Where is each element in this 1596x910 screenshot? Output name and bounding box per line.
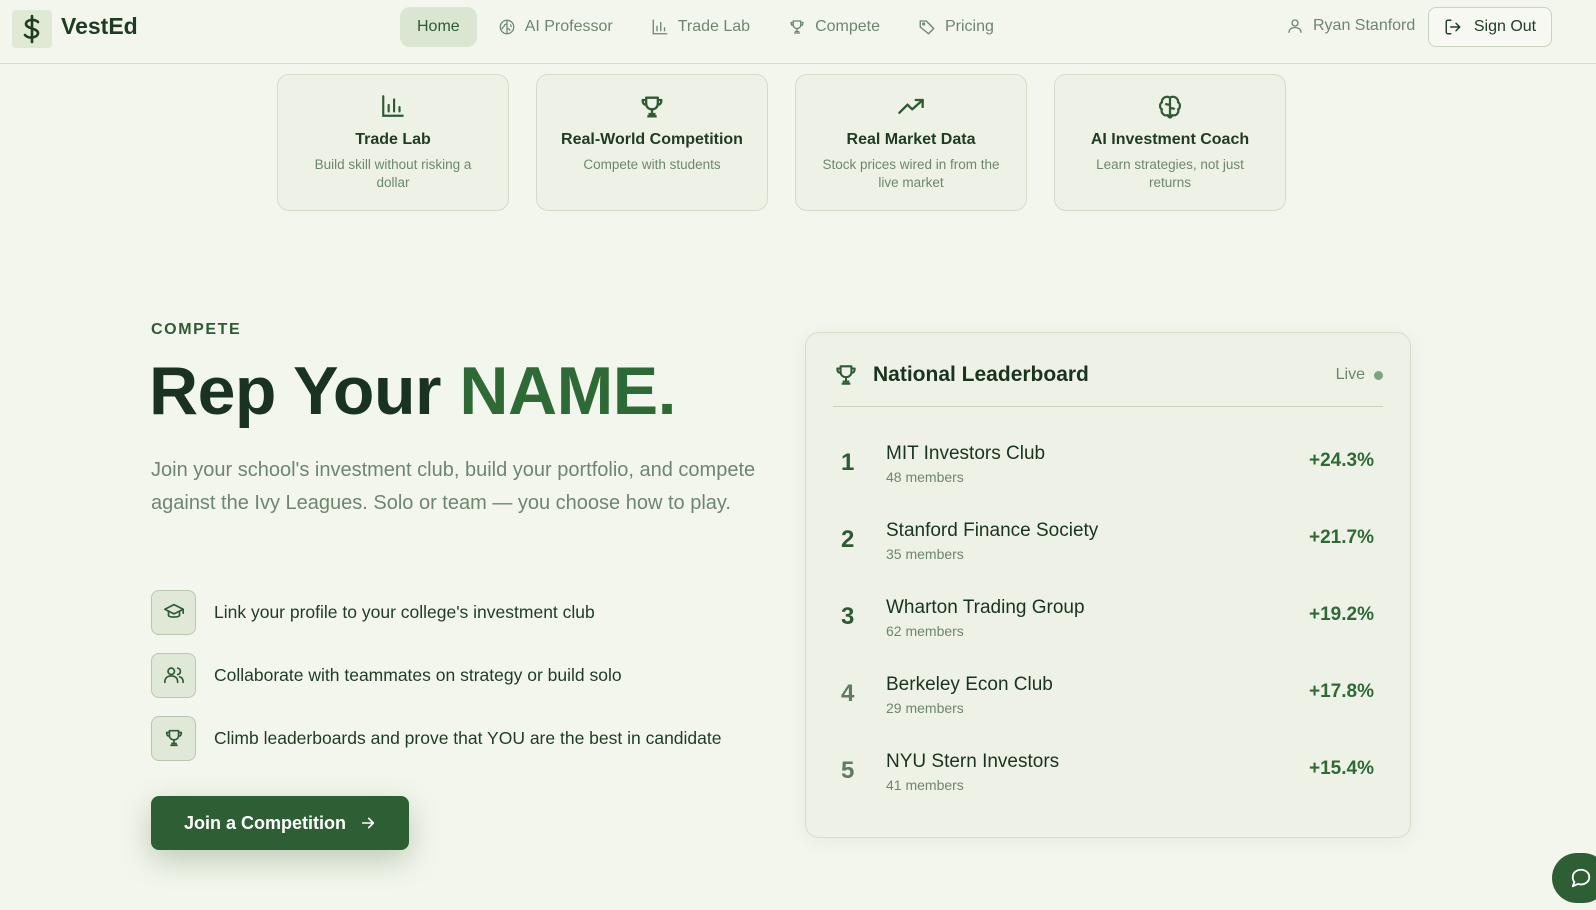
section-eyebrow: COMPETE [151, 321, 242, 338]
feature-cards: Trade Lab Build skill without risking a … [277, 74, 1286, 211]
bar-chart-icon [382, 95, 404, 117]
leaderboard-row[interactable]: 4 Berkeley Econ Club 29 members +17.8% [833, 674, 1383, 751]
leaderboard-row[interactable]: 1 MIT Investors Club 48 members +24.3% [833, 443, 1383, 520]
feature-title: Trade Lab [355, 131, 431, 148]
trophy-icon [151, 715, 196, 761]
rank: 4 [841, 680, 855, 707]
arrow-right-icon [361, 817, 375, 829]
feature-card-competition[interactable]: Real-World Competition Compete with stud… [536, 74, 768, 211]
leaderboard-list: 1 MIT Investors Club 48 members +24.3% 2… [833, 443, 1383, 828]
rank: 1 [841, 449, 855, 476]
dollar-serpent-icon[interactable] [12, 10, 52, 48]
member-count: 29 members [886, 700, 964, 716]
return-percent: +15.4% [1309, 758, 1374, 779]
nav-home-label: Home [417, 18, 460, 35]
brain-icon [499, 19, 515, 35]
join-competition-button[interactable]: Join a Competition [151, 796, 409, 850]
graduation-cap-icon [151, 589, 196, 635]
trend-up-icon [898, 98, 924, 115]
brain-icon [1158, 95, 1182, 119]
live-label: Live [1335, 366, 1365, 383]
club-name: Wharton Trading Group [886, 597, 1085, 618]
club-name: NYU Stern Investors [886, 751, 1060, 772]
nav-home[interactable]: Home [400, 7, 477, 47]
nav-compete[interactable]: Compete [771, 7, 897, 47]
hero-title-accent: NAME. [459, 353, 676, 429]
feature-bullets: Link your profile to your college's inve… [151, 589, 721, 778]
users-icon [151, 652, 196, 698]
nav-trade-lab-label: Trade Lab [677, 18, 751, 35]
trophy-icon [790, 20, 804, 34]
feature-title: AI Investment Coach [1090, 131, 1250, 148]
return-percent: +19.2% [1309, 604, 1374, 625]
leaderboard-header: National Leaderboard Live [833, 361, 1383, 407]
nav-ai-professor[interactable]: AI Professor [481, 7, 630, 47]
club-name: Berkeley Econ Club [886, 674, 1053, 695]
rank: 2 [841, 526, 855, 553]
feature-desc: Build skill without risking a dollar [314, 157, 472, 190]
bullet-item: Collaborate with teammates on strategy o… [151, 652, 721, 698]
return-percent: +21.7% [1309, 527, 1374, 548]
sign-out-icon [1445, 19, 1461, 35]
user-icon [1288, 19, 1302, 33]
club-name: Stanford Finance Society [886, 520, 1099, 541]
chat-bubble-icon [1571, 868, 1591, 888]
nav-ai-professor-label: AI Professor [524, 18, 613, 35]
trophy-icon [836, 365, 856, 385]
bar-chart-icon [652, 19, 668, 35]
member-count: 35 members [886, 546, 964, 562]
feature-desc: Learn strategies, not just returns [1096, 157, 1244, 190]
main-nav: Home AI Professor Trade Lab Compete Pric… [400, 7, 1015, 47]
hero-title: Rep Your NAME. [149, 352, 676, 430]
brand-name[interactable]: VestEd [61, 13, 138, 40]
leaderboard-title: National Leaderboard [873, 363, 1089, 386]
nav-pricing-label: Pricing [944, 18, 994, 35]
rank: 3 [841, 603, 855, 630]
nav-trade-lab[interactable]: Trade Lab [634, 7, 767, 47]
feature-card-market-data[interactable]: Real Market Data Stock prices wired in f… [795, 74, 1027, 211]
hero-title-start: Rep Your [149, 353, 460, 429]
feature-desc: Stock prices wired in from the live mark… [822, 157, 1000, 190]
user-name: Ryan Stanford [1313, 17, 1416, 34]
chat-button[interactable] [1552, 853, 1596, 903]
hero-description: Join your school's investment club, buil… [151, 459, 756, 514]
nav-pricing[interactable]: Pricing [901, 7, 1011, 47]
feature-card-ai-coach[interactable]: AI Investment Coach Learn strategies, no… [1054, 74, 1286, 211]
member-count: 41 members [886, 777, 964, 793]
tag-icon [919, 20, 935, 35]
leaderboard-row[interactable]: 2 Stanford Finance Society 35 members +2… [833, 520, 1383, 597]
national-leaderboard: National Leaderboard Live 1 MIT Investor… [805, 332, 1411, 838]
live-status: Live [1336, 366, 1383, 384]
member-count: 48 members [886, 469, 964, 485]
feature-title: Real Market Data [846, 131, 976, 148]
feature-desc: Compete with students [583, 157, 721, 172]
feature-card-trade-lab[interactable]: Trade Lab Build skill without risking a … [277, 74, 509, 211]
top-nav-bar: VestEd Home AI Professor Trade Lab Compe… [0, 0, 1596, 64]
bullet-text: Link your profile to your college's inve… [214, 601, 595, 622]
user-profile[interactable]: Ryan Stanford [1286, 17, 1415, 35]
nav-compete-label: Compete [815, 18, 880, 35]
join-competition-label: Join a Competition [184, 812, 346, 833]
live-indicator-dot [1374, 370, 1383, 380]
return-percent: +24.3% [1309, 450, 1374, 471]
member-count: 62 members [886, 623, 964, 639]
bullet-text: Climb leaderboards and prove that YOU ar… [214, 727, 722, 748]
rank: 5 [841, 757, 855, 784]
bullet-item: Climb leaderboards and prove that YOU ar… [151, 715, 721, 761]
bullet-text: Collaborate with teammates on strategy o… [214, 664, 622, 685]
sign-out-label: Sign Out [1473, 18, 1537, 35]
bullet-item: Link your profile to your college's inve… [151, 589, 721, 635]
club-name: MIT Investors Club [886, 443, 1046, 464]
return-percent: +17.8% [1309, 681, 1374, 702]
trophy-icon [641, 96, 663, 118]
leaderboard-row[interactable]: 3 Wharton Trading Group 62 members +19.2… [833, 597, 1383, 674]
feature-title: Real-World Competition [561, 131, 743, 148]
leaderboard-row[interactable]: 5 NYU Stern Investors 41 members +15.4% [833, 751, 1383, 828]
sign-out-button[interactable]: Sign Out [1428, 7, 1552, 47]
